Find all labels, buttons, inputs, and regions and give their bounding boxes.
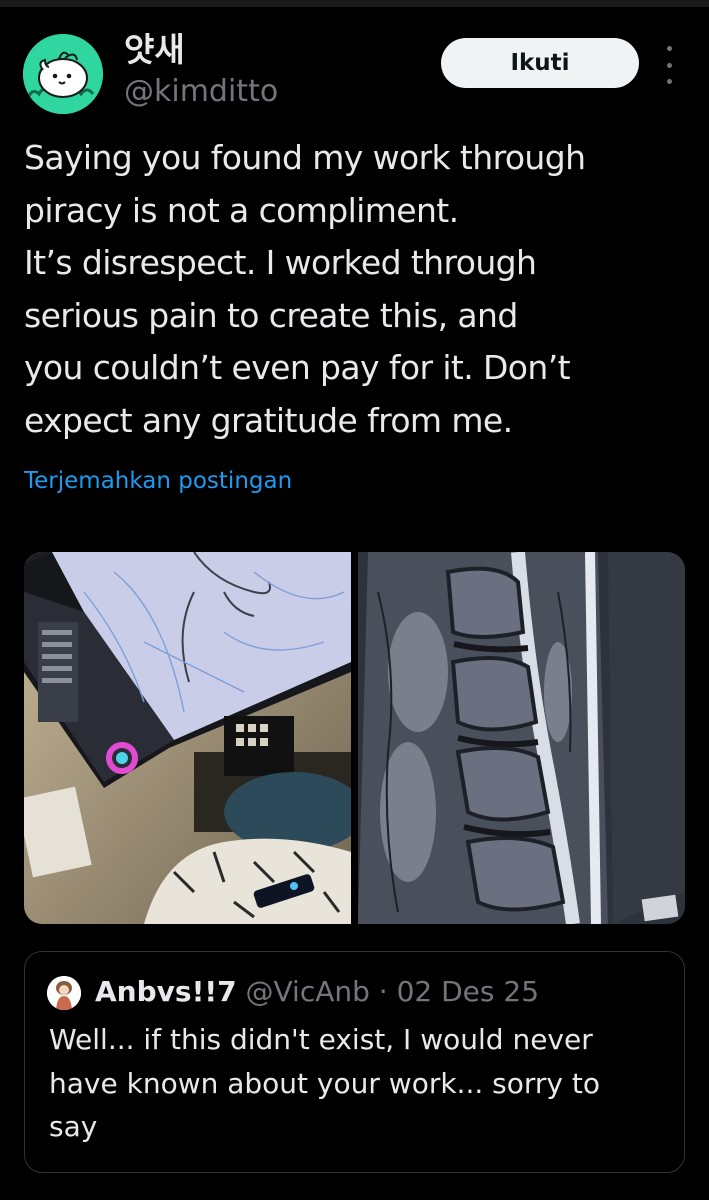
- avatar[interactable]: [23, 34, 103, 114]
- quoted-display-name[interactable]: Anbvs!!7: [95, 975, 237, 1008]
- post-text-line: you couldn’t even pay for it. Don’t: [24, 348, 571, 387]
- character-avatar-icon: [47, 976, 81, 1010]
- more-dot: [666, 62, 672, 68]
- quoted-avatar: [47, 976, 81, 1010]
- more-vertical-icon[interactable]: [656, 46, 682, 84]
- user-handle[interactable]: @kimditto: [124, 73, 278, 111]
- post-text: Saying you found my work through piracy …: [24, 132, 694, 447]
- post-text-line: It’s disrespect. I worked through: [24, 243, 537, 282]
- quoted-handle-date: @VicAnb · 02 Des 25: [245, 975, 540, 1008]
- post-text-line: Saying you found my work through: [24, 138, 586, 177]
- drawing-tablet-photo[interactable]: [24, 552, 351, 924]
- spine-mri-photo[interactable]: [358, 552, 685, 924]
- post-text-line: serious pain to create this, and: [24, 295, 518, 335]
- translate-post-link[interactable]: Terjemahkan postingan: [24, 463, 292, 499]
- drawing-tablet-image: [24, 552, 351, 924]
- post-text-line: expect any gratitude from me.: [24, 400, 513, 440]
- quoted-post-text: Well... if this didn't exist, I would ne…: [49, 1018, 669, 1149]
- follow-button[interactable]: Ikuti: [441, 38, 639, 88]
- top-divider: [0, 0, 709, 7]
- display-name[interactable]: 얏새: [124, 30, 185, 70]
- more-dot: [666, 79, 672, 84]
- spine-mri-image: [358, 552, 685, 924]
- quoted-post-header: Anbvs!!7 @VicAnb · 02 Des 25: [95, 972, 539, 1012]
- quoted-text-line: say: [49, 1110, 98, 1143]
- quoted-text-line: have known about your work... sorry to: [49, 1066, 600, 1100]
- quoted-post-card[interactable]: Anbvs!!7 @VicAnb · 02 Des 25 Well... if …: [24, 951, 685, 1173]
- more-dot: [666, 46, 672, 51]
- post-text-line: piracy is not a compliment.: [24, 190, 459, 230]
- media-grid: [24, 552, 685, 924]
- quoted-text-line: Well... if this didn't exist, I would ne…: [49, 1023, 593, 1056]
- bird-avatar-icon: [23, 34, 103, 114]
